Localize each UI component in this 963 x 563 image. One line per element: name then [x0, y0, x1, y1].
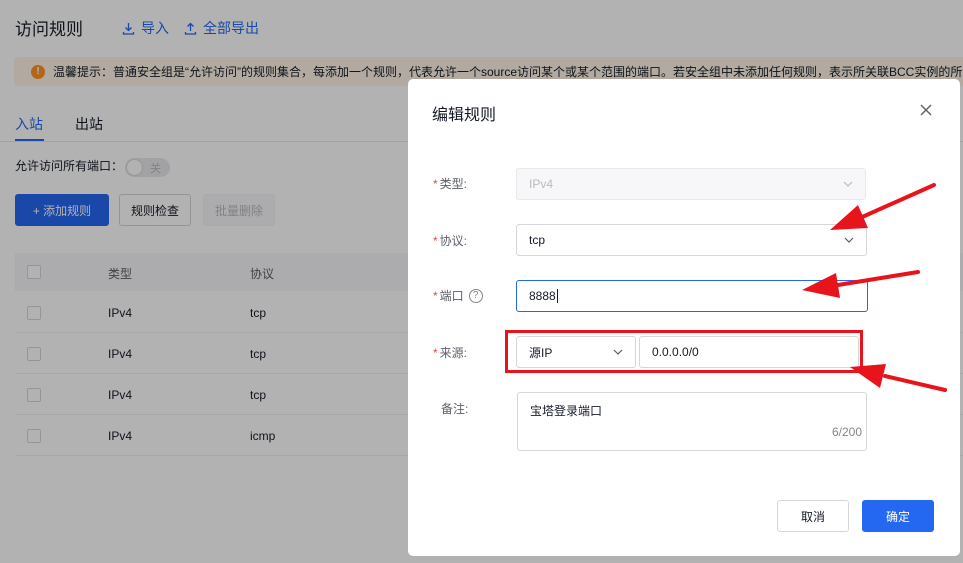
port-label: * 端口 ?: [433, 287, 483, 304]
port-input[interactable]: 8888: [516, 280, 868, 312]
dialog-title: 编辑规则: [432, 107, 497, 124]
type-label-text: 类型:: [439, 177, 468, 191]
required-mark: *: [433, 176, 438, 191]
port-label-text: 端口: [439, 289, 464, 303]
protocol-select[interactable]: tcp: [516, 224, 867, 256]
protocol-label-text: 协议:: [439, 234, 468, 248]
remark-label: 备注:: [441, 402, 469, 416]
required-mark: *: [433, 233, 438, 248]
remark-value: 宝塔登录端口: [530, 404, 603, 418]
chevron-down-icon: [844, 237, 854, 243]
help-icon[interactable]: ?: [468, 288, 483, 303]
required-mark: *: [433, 288, 438, 303]
source-highlight-box: [505, 330, 863, 373]
port-value: 8888: [529, 289, 556, 303]
source-label-text: 来源:: [439, 346, 468, 360]
required-mark: *: [433, 345, 438, 360]
close-icon[interactable]: [918, 102, 934, 118]
source-label: * 来源:: [433, 344, 467, 361]
confirm-button[interactable]: 确定: [862, 500, 934, 532]
type-select[interactable]: IPv4: [516, 168, 866, 200]
text-cursor: [556, 289, 558, 303]
protocol-label: * 协议:: [433, 232, 467, 249]
edit-rule-dialog: 编辑规则 * 类型: IPv4 * 协议: tcp * 端口 ? 8888 * …: [408, 79, 960, 556]
chevron-down-icon: [843, 181, 853, 187]
remark-counter: 6/200: [831, 425, 862, 439]
protocol-value: tcp: [529, 233, 546, 247]
remark-textarea[interactable]: 宝塔登录端口 6/200: [517, 392, 867, 451]
type-value: IPv4: [529, 177, 554, 191]
type-label: * 类型:: [433, 175, 467, 192]
cancel-button[interactable]: 取消: [777, 500, 849, 532]
